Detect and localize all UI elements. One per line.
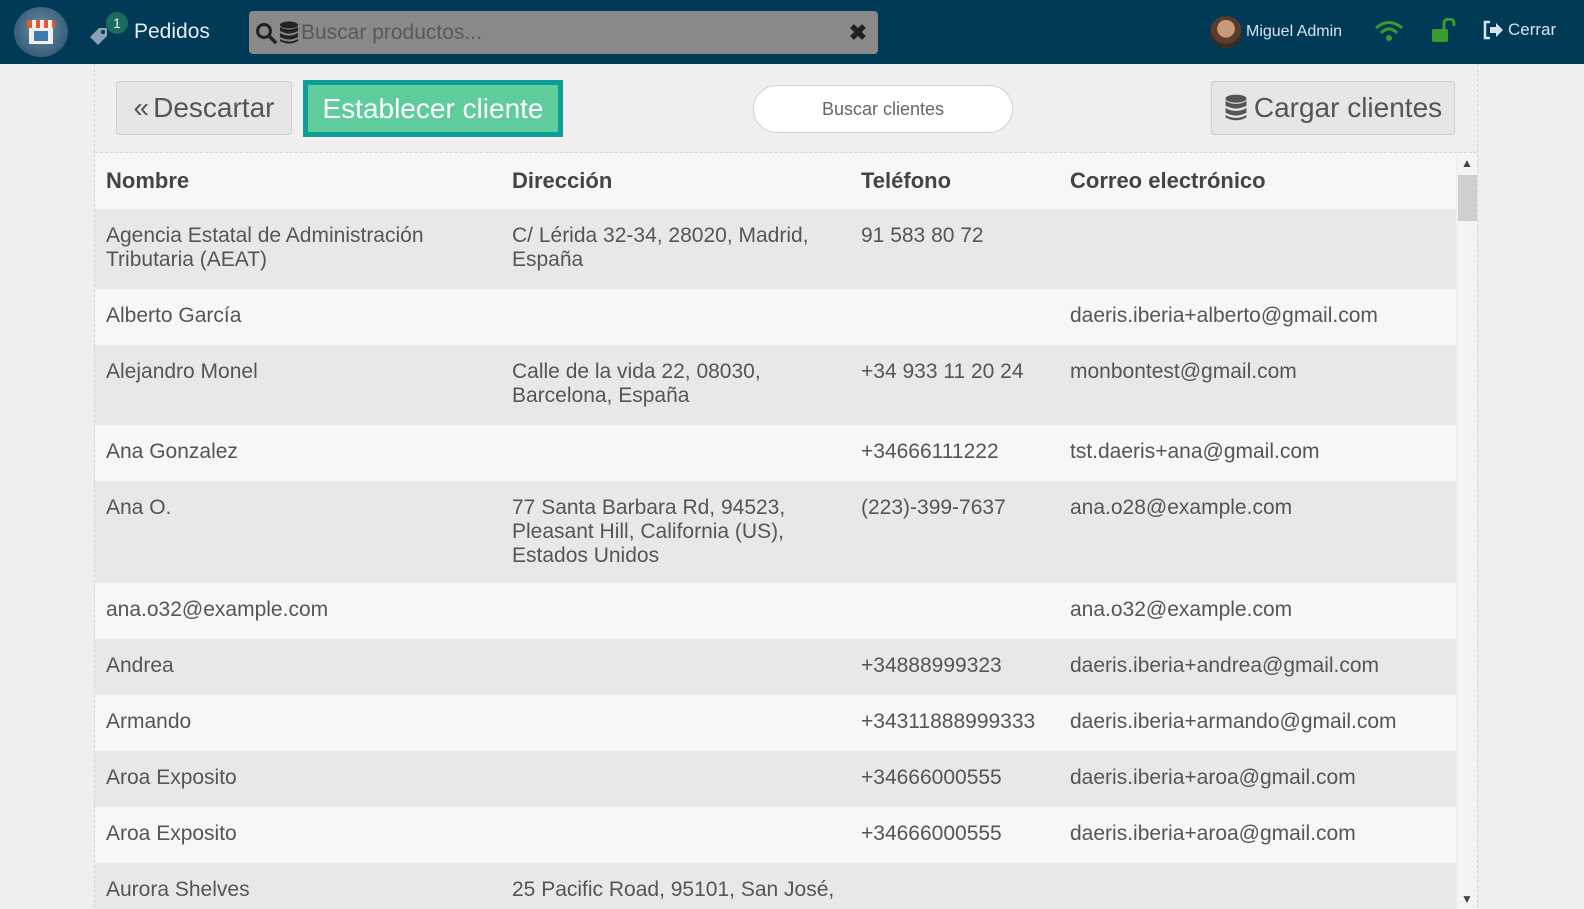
cell-address: C/ Lérida 32-34, 28020, Madrid, España [501, 209, 850, 289]
sign-out-icon [1483, 20, 1503, 40]
table-row[interactable]: Agencia Estatal de Administración Tribut… [95, 209, 1456, 289]
product-search-input[interactable] [299, 20, 838, 45]
logout-label: Cerrar [1508, 20, 1557, 39]
table-row[interactable]: ana.o32@example.com ana.o32@example.com [95, 583, 1456, 639]
product-search-bar: ✖ [249, 11, 878, 54]
cell-phone: 91 583 80 72 [850, 209, 1059, 289]
cell-email: ana.o28@example.com [1059, 481, 1456, 583]
cell-name: Agencia Estatal de Administración Tribut… [95, 209, 501, 289]
cell-email: daeris.iberia+aroa@gmail.com [1059, 807, 1456, 863]
cell-address [501, 289, 850, 345]
cell-phone [850, 863, 1059, 909]
database-icon [280, 21, 298, 43]
cell-address [501, 807, 850, 863]
cell-address [501, 695, 850, 751]
cell-address: Calle de la vida 22, 08030, Barcelona, E… [501, 345, 850, 425]
cell-email: monbontest@gmail.com [1059, 345, 1456, 425]
cell-phone [850, 289, 1059, 345]
cell-phone: +34 933 11 20 24 [850, 345, 1059, 425]
table-scrollbar[interactable]: ▲ ▼ [1457, 153, 1477, 909]
table-row[interactable]: Aroa Exposito +34666000555 daeris.iberia… [95, 751, 1456, 807]
client-table: Nombre Dirección Teléfono Correo electró… [95, 153, 1456, 909]
cell-name: Ana O. [95, 481, 501, 583]
orders-label: Pedidos [134, 20, 210, 43]
logout-button[interactable]: Cerrar [1482, 20, 1556, 40]
clear-search-icon[interactable]: ✖ [838, 20, 878, 46]
wifi-icon [1375, 21, 1403, 41]
cell-name: Alejandro Monel [95, 345, 501, 425]
table-row[interactable]: Alberto García daeris.iberia+alberto@gma… [95, 289, 1456, 345]
chevron-up-icon[interactable]: ▲ [1457, 155, 1477, 171]
cell-name: Aurora Shelves [95, 863, 501, 909]
cell-email [1059, 209, 1456, 289]
cell-phone [850, 583, 1059, 639]
unlock-icon[interactable] [1430, 18, 1456, 44]
pos-logo-icon[interactable] [14, 7, 68, 57]
set-client-button[interactable]: Establecer cliente [303, 80, 563, 137]
table-row[interactable]: Ana O. 77 Santa Barbara Rd, 94523, Pleas… [95, 481, 1456, 583]
cell-email: tst.daeris+ana@gmail.com [1059, 425, 1456, 481]
cell-email: daeris.iberia+armando@gmail.com [1059, 695, 1456, 751]
cell-email: ana.o32@example.com [1059, 583, 1456, 639]
table-row[interactable]: Alejandro Monel Calle de la vida 22, 080… [95, 345, 1456, 425]
cell-name: ana.o32@example.com [95, 583, 501, 639]
cell-email [1059, 863, 1456, 909]
cell-name: Armando [95, 695, 501, 751]
cell-phone: +34666000555 [850, 751, 1059, 807]
user-name: Miguel Admin [1246, 23, 1343, 40]
cell-name: Aroa Exposito [95, 751, 501, 807]
client-search-input[interactable] [753, 85, 1013, 133]
load-clients-label: Cargar clientes [1253, 92, 1443, 123]
cell-email: daeris.iberia+alberto@gmail.com [1059, 289, 1456, 345]
avatar [1210, 16, 1242, 48]
cell-phone: +34666000555 [850, 807, 1059, 863]
discard-label: Descartar [153, 92, 275, 123]
cell-email: daeris.iberia+aroa@gmail.com [1059, 751, 1456, 807]
cell-address [501, 639, 850, 695]
client-list-panel: « Descartar Establecer cliente Cargar cl… [94, 64, 1478, 909]
cell-address [501, 751, 850, 807]
cell-address: 77 Santa Barbara Rd, 94523, Pleasant Hil… [501, 481, 850, 583]
column-header-address[interactable]: Dirección [501, 153, 850, 209]
discard-button[interactable]: « Descartar [116, 81, 292, 135]
top-bar: 1 Pedidos ✖ Miguel Admin [0, 0, 1584, 64]
cell-phone: +34666111222 [850, 425, 1059, 481]
user-menu[interactable]: Miguel Admin [1210, 16, 1342, 48]
chevron-down-icon[interactable]: ▼ [1457, 891, 1477, 907]
cell-name: Aroa Exposito [95, 807, 501, 863]
database-icon [1225, 94, 1247, 121]
search-icon [256, 22, 277, 44]
cell-name: Ana Gonzalez [95, 425, 501, 481]
table-row[interactable]: Armando +34311888999333 daeris.iberia+ar… [95, 695, 1456, 751]
column-header-email[interactable]: Correo electrónico [1059, 153, 1456, 209]
load-clients-button[interactable]: Cargar clientes [1211, 81, 1455, 135]
double-chevron-left-icon: « [133, 92, 150, 123]
cell-name: Alberto García [95, 289, 501, 345]
table-row[interactable]: Andrea +34888999323 daeris.iberia+andrea… [95, 639, 1456, 695]
cell-address: 25 Pacific Road, 95101, San José, [501, 863, 850, 909]
cell-phone: (223)-399-7637 [850, 481, 1059, 583]
table-row[interactable]: Aroa Exposito +34666000555 daeris.iberia… [95, 807, 1456, 863]
scrollbar-thumb[interactable] [1458, 175, 1477, 221]
column-header-name[interactable]: Nombre [95, 153, 501, 209]
cell-phone: +34888999323 [850, 639, 1059, 695]
orders-button[interactable]: 1 Pedidos [88, 12, 210, 52]
orders-count-badge: 1 [106, 12, 128, 34]
cell-name: Andrea [95, 639, 501, 695]
cell-address [501, 583, 850, 639]
cell-address [501, 425, 850, 481]
client-table-container: Nombre Dirección Teléfono Correo electró… [95, 152, 1477, 909]
cell-phone: +34311888999333 [850, 695, 1059, 751]
table-row[interactable]: Aurora Shelves 25 Pacific Road, 95101, S… [95, 863, 1456, 909]
column-header-phone[interactable]: Teléfono [850, 153, 1059, 209]
cell-email: daeris.iberia+andrea@gmail.com [1059, 639, 1456, 695]
table-row[interactable]: Ana Gonzalez +34666111222 tst.daeris+ana… [95, 425, 1456, 481]
table-header-row: Nombre Dirección Teléfono Correo electró… [95, 153, 1456, 209]
